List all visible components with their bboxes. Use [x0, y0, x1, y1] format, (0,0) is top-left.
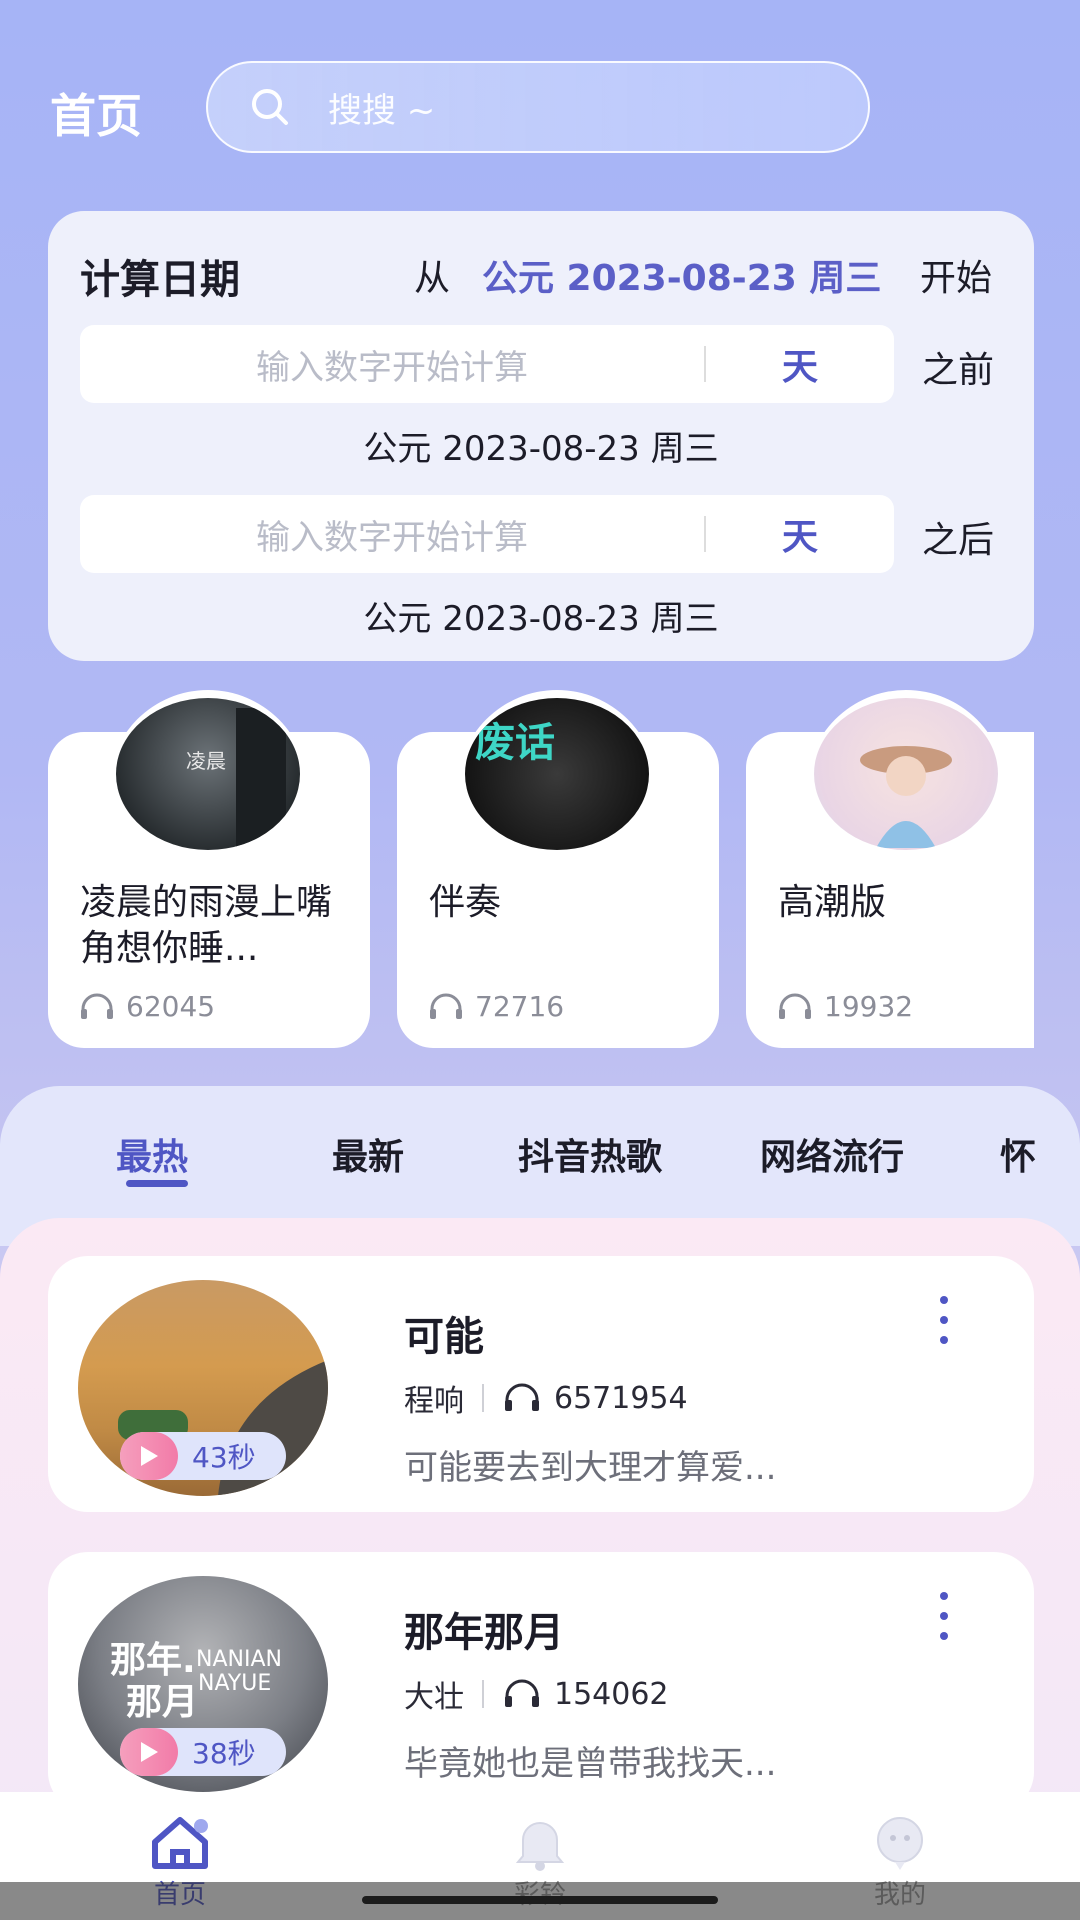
- meta-divider: [482, 1680, 484, 1708]
- featured-card[interactable]: 凌晨 凌晨的雨漫上嘴角想你睡... 62045: [48, 690, 370, 1048]
- headphones-icon: [430, 993, 462, 1019]
- preview-duration[interactable]: 38秒: [120, 1728, 286, 1776]
- featured-card[interactable]: 高潮版 19932: [746, 690, 1034, 1048]
- more-options-icon[interactable]: [934, 1592, 954, 1640]
- home-icon: [152, 1817, 208, 1869]
- tab-nostalgic[interactable]: 怀: [1000, 1128, 1036, 1180]
- play-count: 19932: [824, 990, 914, 1023]
- cover-title: 那年.: [110, 1640, 196, 1681]
- start-label: 开始: [920, 258, 993, 299]
- tab-douyin-hits[interactable]: 抖音热歌: [518, 1128, 662, 1180]
- days-after-unit: 天: [781, 517, 818, 558]
- song-lyric: 毕竟她也是曾带我找天...: [404, 1744, 777, 1784]
- days-before-placeholder: 输入数字开始计算: [256, 347, 528, 388]
- profile-icon: [877, 1817, 923, 1870]
- meta-divider: [482, 1384, 484, 1412]
- song-meta: 程响 6571954: [404, 1376, 688, 1420]
- page-title: 首页: [50, 89, 142, 143]
- album-cover: 废话: [465, 698, 649, 850]
- song-artist: 程响: [404, 1384, 464, 1419]
- album-cover: [814, 698, 998, 850]
- days-after-input[interactable]: 输入数字开始计算 天: [80, 495, 894, 573]
- more-options-icon[interactable]: [934, 1296, 954, 1344]
- bell-icon: [515, 1822, 565, 1871]
- song-plays: 6571954: [554, 1380, 688, 1416]
- before-result-date: 公元 2023-08-23 周三: [363, 429, 719, 469]
- from-label: 从: [414, 258, 451, 299]
- duration-text: 43秒: [192, 1441, 256, 1474]
- cover-title: 废话: [475, 720, 555, 766]
- featured-name: 凌晨的雨漫上嘴角想你睡...: [80, 882, 333, 969]
- tab-internet-popular[interactable]: 网络流行: [760, 1128, 904, 1180]
- featured-plays: 19932: [776, 990, 913, 1023]
- song-title: 可能: [404, 1314, 484, 1360]
- cover-subtitle: NANIAN: [196, 1647, 282, 1672]
- headphones-icon: [505, 1383, 539, 1411]
- play-count: 62045: [126, 990, 216, 1023]
- featured-name: 伴奏: [429, 882, 502, 923]
- days-before-input[interactable]: 输入数字开始计算 天: [80, 325, 894, 403]
- search-placeholder: 搜搜 ~: [328, 90, 436, 131]
- headphones-icon: [505, 1679, 539, 1707]
- days-after-placeholder: 输入数字开始计算: [256, 517, 528, 558]
- date-calculator-card: 计算日期 从 公元 2023-08-23 周三 开始 输入数字开始计算 天 之前…: [48, 211, 1034, 661]
- song-artist: 大壮: [404, 1680, 464, 1715]
- home-indicator[interactable]: [362, 1896, 718, 1904]
- featured-plays: 72716: [427, 990, 564, 1023]
- after-label: 之后: [922, 520, 995, 561]
- tab-hottest[interactable]: 最热: [116, 1128, 188, 1180]
- play-count: 72716: [475, 990, 565, 1023]
- tab-newest[interactable]: 最新: [332, 1128, 404, 1180]
- song-lyric: 可能要去到大理才算爱...: [404, 1448, 777, 1488]
- search-bar[interactable]: 搜搜 ~: [206, 61, 870, 153]
- before-label: 之前: [922, 350, 995, 391]
- play-icon[interactable]: [120, 1728, 178, 1776]
- song-meta: 大壮 154062: [404, 1672, 669, 1716]
- headphones-icon: [81, 993, 113, 1019]
- album-cover: 凌晨: [116, 698, 300, 850]
- search-icon: [252, 89, 288, 125]
- featured-plays: 62045: [78, 990, 215, 1023]
- play-icon[interactable]: [120, 1432, 178, 1480]
- base-date-picker[interactable]: 公元 2023-08-23 周三: [482, 249, 881, 301]
- featured-card[interactable]: 废话 伴奏 72716: [397, 690, 719, 1048]
- cover-title: 那月: [126, 1682, 198, 1723]
- duration-text: 38秒: [192, 1737, 256, 1770]
- preview-duration[interactable]: 43秒: [120, 1432, 286, 1480]
- song-title: 那年那月: [404, 1610, 564, 1656]
- after-result-date: 公元 2023-08-23 周三: [363, 599, 719, 639]
- cover-title: 凌晨: [186, 749, 226, 773]
- cover-subtitle: NAYUE: [198, 1671, 271, 1696]
- song-item[interactable]: 那年. 那月 NANIAN NAYUE 38秒 那年那月 大壮 154062 毕…: [48, 1552, 1034, 1812]
- song-plays: 154062: [554, 1676, 669, 1712]
- headphones-icon: [779, 993, 811, 1019]
- days-before-unit: 天: [781, 347, 818, 388]
- song-item[interactable]: 43秒 可能 程响 6571954 可能要去到大理才算爱...: [48, 1256, 1034, 1512]
- calculator-title: 计算日期: [80, 257, 240, 303]
- featured-name: 高潮版: [778, 882, 887, 923]
- active-tab-indicator: [126, 1180, 188, 1187]
